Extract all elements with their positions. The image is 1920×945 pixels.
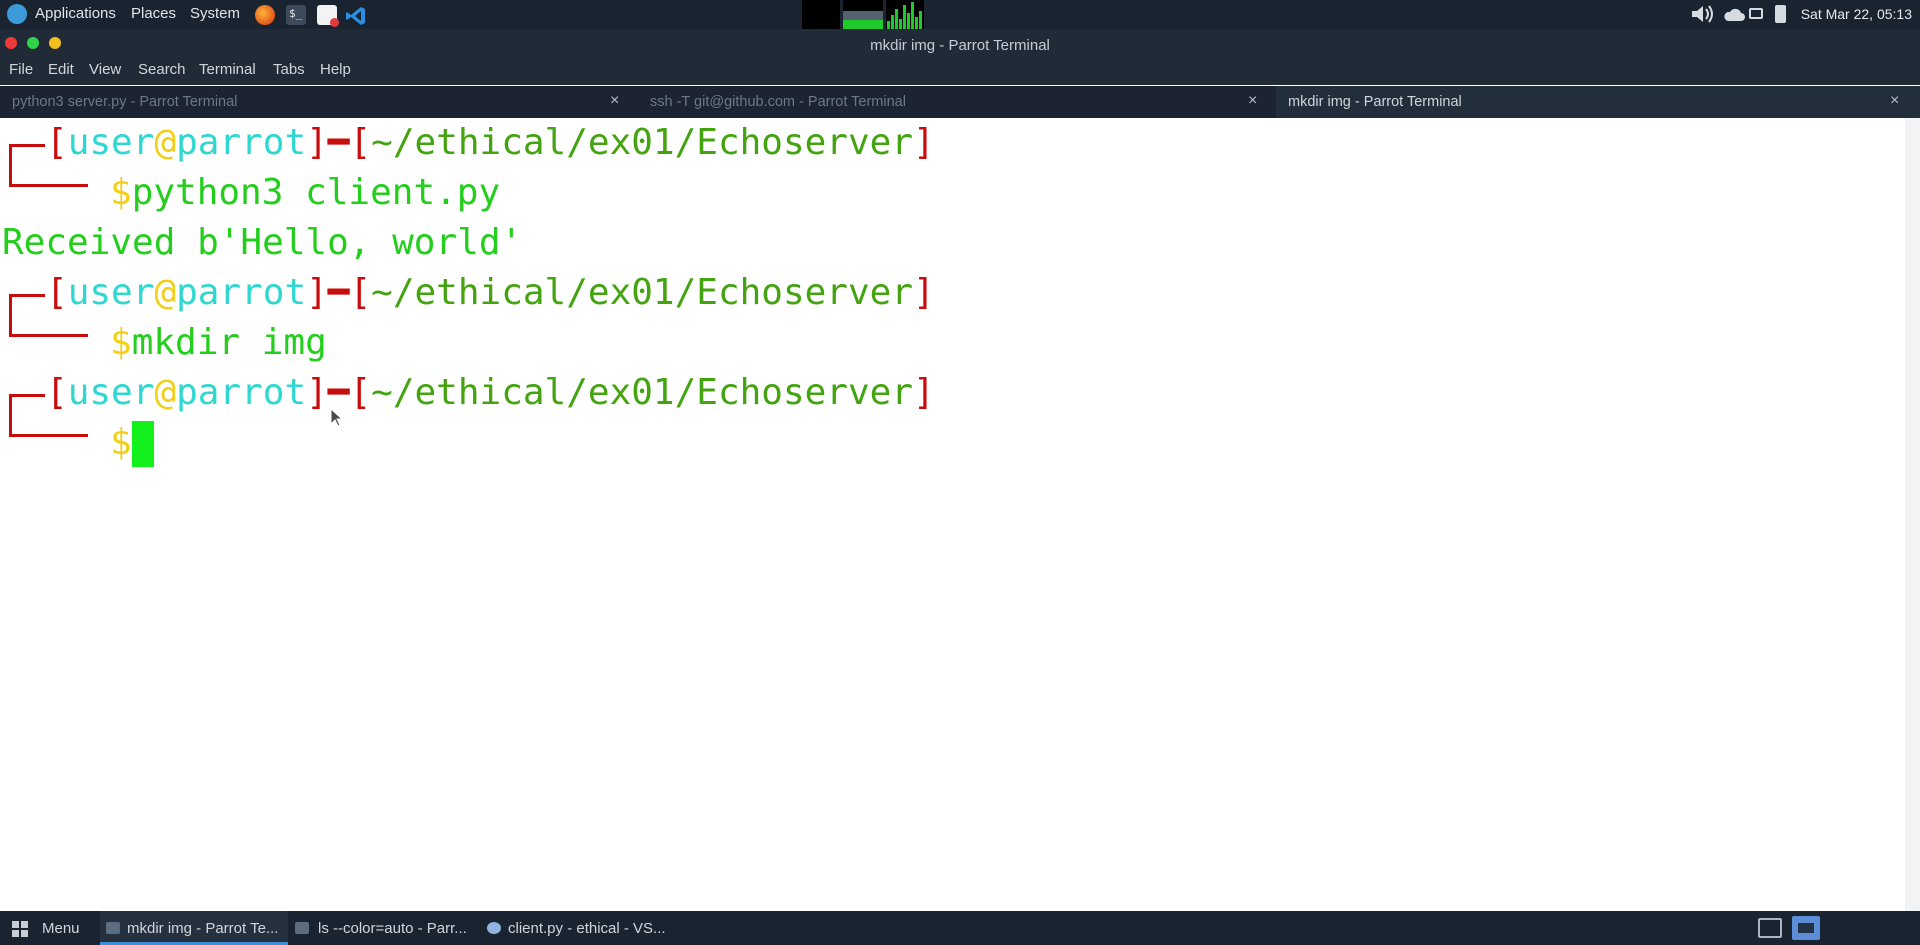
prompt-host: parrot [176, 122, 307, 163]
terminal-output[interactable]: [user@parrot]━[~/ethical/ex01/Echoserver… [0, 118, 1905, 911]
tab-bar: python3 server.py - Parrot Terminal × ss… [0, 86, 1920, 118]
top-panel: Applications Places System $_ Sat Mar 22… [0, 0, 1920, 29]
firefox-icon[interactable] [255, 5, 275, 25]
tab-ssh-github[interactable]: ssh -T git@github.com - Parrot Terminal … [638, 86, 1274, 118]
prompt-line: [user@parrot]━[~/ethical/ex01/Echoserver… [46, 122, 935, 163]
notification-icon[interactable] [1749, 8, 1763, 19]
task-label: mkdir img - Parrot Te... [127, 920, 279, 937]
prompt-frame [9, 294, 45, 297]
task-label: ls --color=auto - Parr... [318, 920, 467, 937]
menu-terminal[interactable]: Terminal [199, 61, 256, 78]
task-mkdir-img[interactable]: mkdir img - Parrot Te... [100, 911, 288, 945]
prompt-frame [9, 144, 45, 147]
tab-mkdir-img[interactable]: mkdir img - Parrot Terminal × [1276, 86, 1920, 118]
text-editor-icon[interactable] [317, 5, 339, 27]
menu-file[interactable]: File [9, 61, 33, 78]
prompt-path: ~/ethical/ex01/Echoserver [371, 372, 914, 413]
bottom-panel: Menu mkdir img - Parrot Te... ls --color… [0, 911, 1920, 945]
prompt-at: @ [154, 372, 177, 413]
prompt-host: parrot [176, 372, 307, 413]
grid-icon [12, 921, 28, 937]
prompt-user: user [67, 372, 155, 413]
menu-label: Menu [42, 920, 80, 937]
prompt-at: @ [154, 122, 177, 163]
close-tab-icon[interactable]: × [1890, 92, 1899, 110]
system-menu[interactable]: System [190, 5, 240, 22]
window-titlebar[interactable]: mkdir img - Parrot Terminal [0, 29, 1920, 59]
terminal-icon [295, 922, 309, 934]
prompt-frame [9, 394, 45, 397]
menu-search[interactable]: Search [138, 61, 186, 78]
tab-label: ssh -T git@github.com - Parrot Terminal [650, 94, 906, 110]
prompt-symbol: $ [110, 422, 132, 463]
menu-edit[interactable]: Edit [48, 61, 74, 78]
terminal-icon [106, 922, 120, 934]
command-line: $mkdir img [110, 318, 327, 368]
parrot-logo-icon[interactable] [7, 4, 27, 24]
close-tab-icon[interactable]: × [610, 92, 619, 110]
command-text: python3 client.py [131, 172, 501, 213]
task-vscode[interactable]: client.py - ethical - VS... [482, 911, 672, 945]
workspace-switcher-icon[interactable] [1758, 918, 1782, 938]
main-menu-button[interactable]: Menu [0, 911, 95, 945]
prompt-path: ~/ethical/ex01/Echoserver [371, 122, 914, 163]
prompt-line: [user@parrot]━[~/ethical/ex01/Echoserver… [46, 372, 935, 413]
text-cursor [131, 421, 154, 467]
cloud-icon[interactable] [1722, 6, 1746, 22]
clock[interactable]: Sat Mar 22, 05:13 [1801, 6, 1912, 22]
menu-help[interactable]: Help [320, 61, 351, 78]
prompt-user: user [67, 122, 155, 163]
tab-label: mkdir img - Parrot Terminal [1288, 94, 1462, 110]
prompt-user: user [67, 272, 155, 313]
command-line: $ [110, 418, 154, 468]
cpu-monitor-graph [802, 0, 840, 29]
prompt-line: [user@parrot]━[~/ethical/ex01/Echoserver… [46, 272, 935, 313]
command-text: mkdir img [131, 322, 327, 363]
task-label: client.py - ethical - VS... [508, 920, 666, 937]
menu-tabs[interactable]: Tabs [273, 61, 305, 78]
menubar: File Edit View Search Terminal Tabs Help [0, 59, 1920, 85]
memory-monitor-graph [843, 0, 883, 29]
prompt-symbol: $ [110, 322, 132, 363]
close-tab-icon[interactable]: × [1248, 92, 1257, 110]
mouse-pointer-icon [330, 408, 344, 427]
places-menu[interactable]: Places [131, 5, 176, 22]
prompt-host: parrot [176, 272, 307, 313]
command-line: $python3 client.py [110, 168, 500, 218]
task-ls-color[interactable]: ls --color=auto - Parr... [290, 911, 480, 945]
command-output: Received b'Hello, world' [2, 222, 523, 263]
tab-python3-server[interactable]: python3 server.py - Parrot Terminal × [0, 86, 636, 118]
window-title: mkdir img - Parrot Terminal [870, 37, 1050, 54]
terminal-launcher-icon[interactable]: $_ [286, 5, 306, 25]
network-monitor-graph [886, 0, 924, 29]
show-desktop-icon[interactable] [1792, 916, 1820, 940]
prompt-symbol: $ [110, 172, 132, 213]
tab-label: python3 server.py - Parrot Terminal [12, 94, 238, 110]
terminal-scrollbar[interactable] [1905, 118, 1920, 911]
volume-icon[interactable] [1690, 3, 1714, 25]
battery-icon[interactable] [1775, 5, 1786, 23]
vscode-icon[interactable] [345, 5, 365, 25]
menu-view[interactable]: View [89, 61, 121, 78]
applications-menu[interactable]: Applications [35, 5, 116, 22]
prompt-at: @ [154, 272, 177, 313]
vscode-task-icon [487, 922, 501, 934]
prompt-path: ~/ethical/ex01/Echoserver [371, 272, 914, 313]
